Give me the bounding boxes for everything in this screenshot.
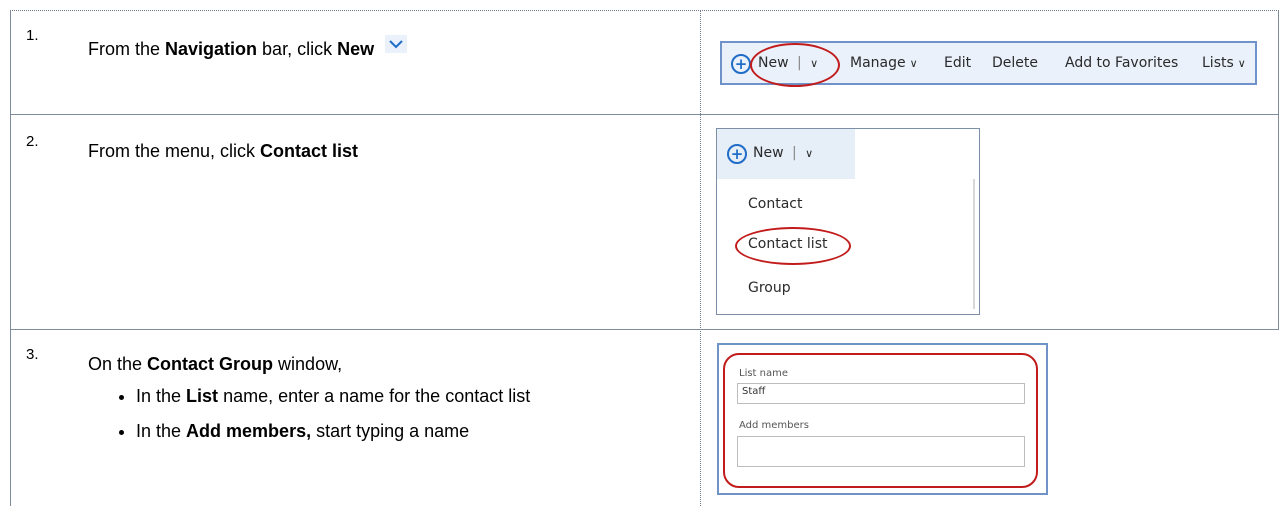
navigation-toolbar: + New | ∨ Manage ∨ Edit Delete Add to Fav… — [720, 41, 1257, 87]
add-to-favorites-button[interactable]: Add to Favorites — [1065, 55, 1178, 71]
step-text: From the — [88, 39, 166, 59]
step-bold-term: Navigation — [165, 39, 258, 59]
plus-circle-icon[interactable]: + — [731, 54, 751, 74]
new-label: New — [758, 55, 789, 71]
step-text: bar, click — [257, 39, 338, 59]
add-members-field[interactable] — [737, 436, 1025, 467]
step-text: From the menu, click — [88, 141, 261, 161]
list-item: In the Add members, start typing a name — [136, 418, 696, 444]
table-top-border — [10, 10, 1279, 11]
list-name-value: Staff — [742, 386, 766, 397]
list-name-label: List name — [739, 368, 789, 379]
step-number: 2. — [26, 133, 39, 150]
chevron-down-icon: ∨ — [1237, 57, 1246, 70]
new-button[interactable]: New | ∨ — [758, 55, 818, 71]
table-left-border — [10, 10, 11, 506]
menu-scrollbar[interactable] — [973, 179, 975, 309]
row-divider-1 — [10, 114, 1279, 115]
edit-button[interactable]: Edit — [944, 55, 971, 71]
manage-menu[interactable]: Manage ∨ — [850, 55, 918, 71]
separator: | — [797, 55, 802, 71]
step-number: 1. — [26, 27, 39, 44]
chevron-down-icon[interactable]: ∨ — [810, 57, 818, 70]
step-text: window, — [273, 354, 343, 374]
step-number: 3. — [26, 346, 39, 363]
step-bold-term: Contact list — [260, 141, 359, 161]
chevron-down-icon: ∨ — [909, 57, 918, 70]
step-instruction: On the Contact Group window, — [88, 351, 342, 377]
lists-label: Lists — [1202, 55, 1234, 71]
separator: | — [792, 145, 797, 161]
step-text: On the — [88, 354, 148, 374]
plus-circle-icon: + — [727, 144, 747, 164]
new-button[interactable]: + New | ∨ — [717, 129, 855, 179]
new-dropdown-menu: + New | ∨ Contact Contact list Group — [716, 128, 980, 315]
row-divider-2 — [10, 329, 1279, 330]
step-bullet-list: In the List name, enter a name for the c… — [88, 383, 696, 453]
menu-item-group[interactable]: Group — [748, 280, 791, 296]
manage-label: Manage — [850, 55, 906, 71]
step-bold-term: New — [337, 39, 375, 59]
chevron-down-icon — [385, 34, 408, 60]
menu-item-contact[interactable]: Contact — [748, 196, 802, 212]
delete-button[interactable]: Delete — [992, 55, 1038, 71]
list-item: In the List name, enter a name for the c… — [136, 383, 696, 409]
step-bold-term: Contact Group — [147, 354, 274, 374]
contact-group-form: List name Staff Add members — [717, 343, 1048, 495]
menu-item-contact-list[interactable]: Contact list — [748, 236, 827, 252]
step-instruction: From the Navigation bar, click New — [88, 34, 408, 62]
list-name-field[interactable]: Staff — [737, 383, 1025, 404]
new-label: New — [753, 145, 784, 161]
table-column-divider — [700, 10, 701, 506]
step-instruction: From the menu, click Contact list — [88, 138, 358, 164]
lists-menu[interactable]: Lists ∨ — [1202, 55, 1246, 71]
chevron-down-icon: ∨ — [805, 147, 814, 160]
add-members-label: Add members — [739, 420, 809, 431]
